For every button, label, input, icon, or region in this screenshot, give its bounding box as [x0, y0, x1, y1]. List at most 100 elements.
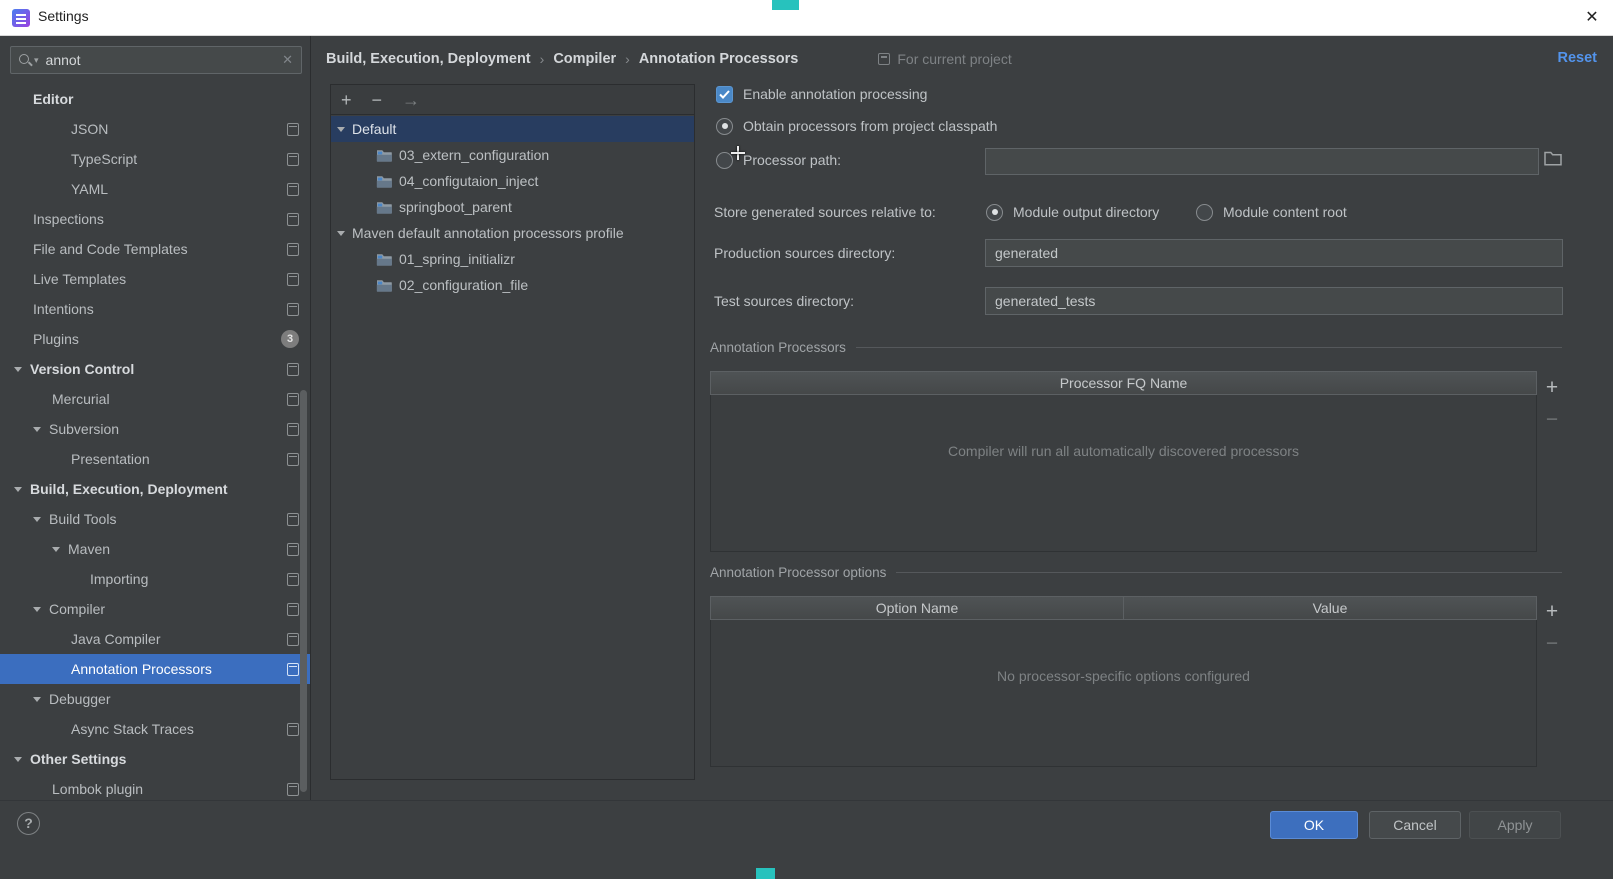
chevron-down-icon[interactable] [33, 426, 41, 432]
section-divider [855, 347, 1562, 348]
chevron-down-icon[interactable] [33, 696, 41, 702]
settings-page-icon [287, 212, 299, 226]
sidebar-item-live-templates[interactable]: Live Templates [0, 264, 310, 294]
remove-profile-button[interactable]: − [372, 91, 383, 109]
chevron-down-icon[interactable] [14, 756, 22, 762]
profile-group-maven-default-annotation-processors-profile[interactable]: Maven default annotation processors prof… [331, 220, 694, 246]
sidebar-scrollbar[interactable] [300, 390, 307, 792]
sidebar-item-file-and-code-templates[interactable]: File and Code Templates [0, 234, 310, 264]
move-to-profile-button[interactable]: → [402, 91, 420, 109]
sidebar-item-editor[interactable]: Editor [0, 84, 310, 114]
add-option-button[interactable]: + [1542, 601, 1562, 622]
profile-item-03-extern-configuration[interactable]: 03_extern_configuration [331, 142, 694, 168]
sidebar-item-yaml[interactable]: YAML [0, 174, 310, 204]
remove-processor-button[interactable]: − [1542, 409, 1562, 430]
profiles-toolbar: + − → [331, 85, 694, 115]
sidebar-item-async-stack-traces[interactable]: Async Stack Traces [0, 714, 310, 744]
sidebar-item-intentions[interactable]: Intentions [0, 294, 310, 324]
test-sources-field[interactable] [985, 287, 1563, 315]
sidebar-item-other-settings[interactable]: Other Settings [0, 744, 310, 774]
count-badge: 3 [281, 330, 299, 348]
breadcrumb-item-compiler[interactable]: Compiler [553, 51, 616, 67]
options-table-body[interactable]: No processor-specific options configured [710, 620, 1537, 767]
chevron-down-icon[interactable] [33, 606, 41, 612]
sidebar-item-label: Debugger [49, 691, 111, 707]
apply-button[interactable]: Apply [1469, 811, 1561, 839]
cancel-button[interactable]: Cancel [1369, 811, 1461, 839]
profile-item-01-spring-initializr[interactable]: 01_spring_initializr [331, 246, 694, 272]
sidebar-item-subversion[interactable]: Subversion [0, 414, 310, 444]
sidebar-item-plugins[interactable]: Plugins 3 [0, 324, 310, 354]
search-input[interactable] [45, 52, 277, 68]
sidebar-item-presentation[interactable]: Presentation [0, 444, 310, 474]
sidebar-item-importing[interactable]: Importing [0, 564, 310, 594]
processor-path-field[interactable] [985, 148, 1539, 175]
section-divider [896, 572, 1562, 573]
sidebar-item-java-compiler[interactable]: Java Compiler [0, 624, 310, 654]
profiles-tree: Default 03_extern_configuration 04_configu… [331, 116, 694, 779]
processor-path-input[interactable] [986, 153, 1538, 170]
processor-path-radio[interactable]: Processor path: [716, 148, 841, 172]
sidebar-item-mercurial[interactable]: Mercurial [0, 384, 310, 414]
reset-link[interactable]: Reset [1558, 50, 1598, 66]
screen-artifact [756, 868, 775, 879]
settings-page-icon [287, 662, 299, 676]
sidebar-item-build-tools[interactable]: Build Tools [0, 504, 310, 534]
settings-page-icon [287, 722, 299, 736]
enable-annotation-processing-checkbox[interactable]: Enable annotation processing [716, 82, 927, 106]
chevron-down-icon[interactable] [337, 230, 345, 236]
breadcrumb-item-annotation-processors[interactable]: Annotation Processors [639, 51, 799, 67]
close-button[interactable]: ✕ [1577, 3, 1607, 33]
sidebar-item-build-execution-deployment[interactable]: Build, Execution, Deployment [0, 474, 310, 504]
chevron-down-icon[interactable] [33, 516, 41, 522]
row-trailing [287, 212, 299, 226]
sidebar-item-debugger[interactable]: Debugger [0, 684, 310, 714]
sidebar-item-json[interactable]: JSON [0, 114, 310, 144]
profile-item-04-configutaion-inject[interactable]: 04_configutaion_inject [331, 168, 694, 194]
browse-folder-button[interactable] [1544, 151, 1562, 167]
processors-table-body[interactable]: Compiler will run all automatically disc… [710, 395, 1537, 552]
window-titlebar: Settings ✕ [0, 0, 1613, 36]
settings-tree: Editor JSON TypeScript YAML Inspections File … [0, 84, 310, 800]
chevron-down-icon[interactable] [14, 486, 22, 492]
help-button[interactable]: ? [17, 812, 40, 835]
sidebar-item-typescript[interactable]: TypeScript [0, 144, 310, 174]
sidebar-item-maven[interactable]: Maven [0, 534, 310, 564]
option-value-header[interactable]: Value [1124, 597, 1536, 619]
settings-page-icon [287, 302, 299, 316]
profile-item-02-configuration-file[interactable]: 02_configuration_file [331, 272, 694, 298]
row-trailing [287, 572, 299, 586]
obtain-processors-radio[interactable]: Obtain processors from project classpath [716, 114, 997, 138]
production-sources-field[interactable] [985, 239, 1563, 267]
profile-item-springboot-parent[interactable]: springboot_parent [331, 194, 694, 220]
sidebar-item-lombok-plugin[interactable]: Lombok plugin [0, 774, 310, 800]
chevron-down-icon[interactable] [14, 366, 22, 372]
module-output-directory-radio[interactable]: Module output directory [986, 200, 1159, 224]
test-sources-input[interactable] [986, 293, 1562, 309]
search-box[interactable]: ▾ ✕ [10, 46, 302, 74]
ok-button[interactable]: OK [1270, 811, 1358, 839]
profile-label: 01_spring_initializr [399, 251, 515, 267]
settings-page-icon [287, 242, 299, 256]
add-profile-button[interactable]: + [341, 91, 352, 109]
module-content-root-radio[interactable]: Module content root [1196, 200, 1347, 224]
breadcrumb-item-build-execution-deployment[interactable]: Build, Execution, Deployment [326, 51, 531, 67]
search-history-chevron-icon[interactable]: ▾ [34, 55, 39, 66]
sidebar-item-inspections[interactable]: Inspections [0, 204, 310, 234]
clear-search-icon[interactable]: ✕ [282, 52, 293, 68]
chevron-down-icon[interactable] [52, 546, 60, 552]
sidebar-item-label: Editor [33, 91, 74, 107]
chevron-down-icon[interactable] [337, 126, 345, 132]
radio-selected-icon [716, 117, 733, 135]
option-name-header[interactable]: Option Name [711, 597, 1124, 619]
profile-group-default[interactable]: Default [331, 116, 694, 142]
row-trailing [287, 122, 299, 136]
remove-option-button[interactable]: − [1542, 633, 1562, 654]
sidebar-item-compiler[interactable]: Compiler [0, 594, 310, 624]
add-processor-button[interactable]: + [1542, 377, 1562, 398]
production-sources-input[interactable] [986, 245, 1562, 261]
sidebar-item-annotation-processors[interactable]: Annotation Processors [0, 654, 310, 684]
radio-selected-icon [986, 203, 1003, 221]
processor-fq-name-header[interactable]: Processor FQ Name [711, 372, 1536, 394]
sidebar-item-version-control[interactable]: Version Control [0, 354, 310, 384]
